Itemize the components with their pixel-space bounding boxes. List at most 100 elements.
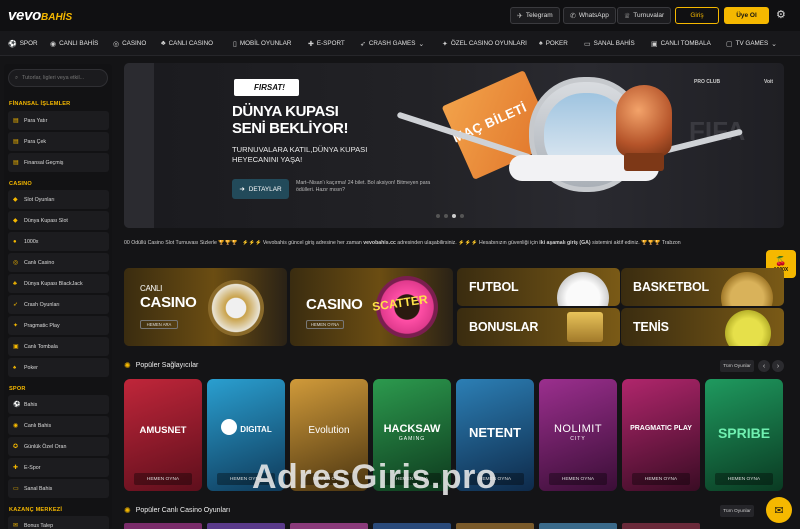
category-button[interactable]: HEMEN OYNA bbox=[306, 320, 344, 329]
sidebar-item-para-yatir[interactable]: ▤ Para Yatır bbox=[8, 111, 109, 130]
chevron-left-icon[interactable]: ‹ bbox=[758, 360, 770, 372]
star-icon: ✦ bbox=[13, 323, 19, 329]
carousel-dot-active[interactable] bbox=[452, 214, 456, 218]
category-basketbol[interactable]: BASKETBOL bbox=[621, 268, 784, 306]
nav-e-sport[interactable]: ✚ E-SPORT bbox=[308, 31, 345, 56]
sidebar-item-sanal-bahis[interactable]: ▭ Sanal Bahis bbox=[8, 479, 109, 498]
sidebar-item-canli-casino[interactable]: ◎ Canlı Casino bbox=[8, 253, 109, 272]
banner-badge: FIRSAT! bbox=[234, 79, 299, 96]
sidebar-item-crash-oyunlari[interactable]: ➶ Crash Oyunları bbox=[8, 295, 109, 314]
play-button[interactable]: HEMEN OYNA bbox=[632, 473, 690, 485]
sidebar-item-pragmatic-play[interactable]: ✦ Pragmatic Play bbox=[8, 316, 109, 335]
all-live-games-button[interactable]: Tüm Oyunlar bbox=[720, 505, 754, 517]
live-game-card[interactable] bbox=[373, 523, 451, 529]
trophy-base bbox=[624, 153, 664, 171]
gift-icon: ✉ bbox=[13, 523, 19, 529]
provider-nolimit[interactable]: NOLIMIT CITY HEMEN OYNA bbox=[539, 379, 617, 491]
sidebar-item-bahis[interactable]: ⚽ Bahis bbox=[8, 395, 109, 414]
sidebar-item-slot-oyunlari[interactable]: ◆ Slot Oyunları bbox=[8, 190, 109, 209]
nav-canli-bahis[interactable]: ◉ CANLI BAHİS bbox=[50, 31, 98, 56]
ball-icon: ⚽ bbox=[13, 402, 21, 408]
sidebar-item-para-cek[interactable]: ▤ Para Çek bbox=[8, 132, 109, 151]
star-icon: ✦ bbox=[442, 40, 448, 48]
nav-sanal-bahis[interactable]: ▭ SANAL BAHİS bbox=[584, 31, 635, 56]
all-games-button[interactable]: Tüm Oyunlar bbox=[720, 360, 754, 372]
carousel-dot[interactable] bbox=[460, 214, 464, 218]
banner-title: DÜNYA KUPASI SENİ BEKLİYOR! bbox=[232, 103, 349, 137]
provider-name: SPRIBE bbox=[717, 425, 771, 441]
sidebar-item-dunya-kupasi-slot[interactable]: ◆ Dünya Kupası Slot bbox=[8, 211, 109, 230]
provider-name: NETENT bbox=[469, 425, 521, 440]
live-game-card[interactable] bbox=[539, 523, 617, 529]
sidebar-item-gunluk-ozel-oran[interactable]: ✪ Günlük Özel Oran bbox=[8, 437, 109, 456]
live-game-card[interactable] bbox=[124, 523, 202, 529]
search-icon: ⌕ bbox=[15, 74, 19, 81]
sidebar-item-blackjack[interactable]: ♣ Dünya Kupası BlackJack bbox=[8, 274, 109, 293]
nav-crash-games[interactable]: ➶ CRASH GAMES ⌄ bbox=[360, 31, 424, 56]
gear-icon[interactable]: ⚙ bbox=[776, 8, 786, 21]
category-button[interactable]: HEMEN ARA bbox=[140, 320, 178, 329]
play-button[interactable]: HEMEN OYNA bbox=[134, 473, 192, 485]
category-tenis[interactable]: TENİS bbox=[621, 308, 784, 346]
sidebar-item-poker[interactable]: ♠ Poker bbox=[8, 358, 109, 377]
category-casino[interactable]: SCATTER CASINO HEMEN OYNA bbox=[290, 268, 453, 346]
live-game-card[interactable] bbox=[207, 523, 285, 529]
slot-icon: ◆ bbox=[13, 218, 18, 224]
sidebar-item-canli-bahis[interactable]: ◉ Canlı Bahis bbox=[8, 416, 109, 435]
provider-name: PRAGMATIC PLAY bbox=[630, 425, 692, 432]
main-nav: ⚽ SPOR ◉ CANLI BAHİS ◎ CASINO ♣ CANLI CASINO… bbox=[0, 31, 800, 56]
whatsapp-button[interactable]: ✆ WhatsApp bbox=[563, 7, 616, 24]
nav-canli-tombala[interactable]: ▣ CANLI TOMBALA bbox=[651, 31, 711, 56]
nav-casino[interactable]: ◎ CASINO bbox=[113, 31, 146, 56]
category-title: FUTBOL bbox=[469, 280, 519, 294]
category-canli-casino[interactable]: CANLI CASINO HEMEN ARA bbox=[124, 268, 287, 346]
sidebar-item-finansal-gecmis[interactable]: ▤ Finansal Geçmiş bbox=[8, 153, 109, 172]
provider-name: NOLIMIT bbox=[553, 423, 603, 435]
hero-banner[interactable]: FIFA PRO CLUB Voit MAÇ BİLETİ FIRSAT! DÜ… bbox=[124, 63, 784, 228]
slot-icon: ◆ bbox=[13, 197, 18, 203]
tennis-ball-graphic bbox=[725, 310, 771, 346]
play-button[interactable]: HEMEN OYNA bbox=[715, 473, 773, 485]
tournaments-button[interactable]: ♕ Turnuvalar bbox=[617, 7, 672, 24]
telegram-button[interactable]: ✈ Telegram bbox=[510, 7, 560, 24]
sidebar-item-e-spor[interactable]: ✚ E-Spor bbox=[8, 458, 109, 477]
provider-spribe[interactable]: SPRIBE HEMEN OYNA bbox=[705, 379, 783, 491]
carousel-dot[interactable] bbox=[444, 214, 448, 218]
provider-amusnet[interactable]: AMUSNET HEMEN OYNA bbox=[124, 379, 202, 491]
logo[interactable]: vevoBAHİS bbox=[8, 7, 72, 24]
section-title-spor: SPOR bbox=[9, 386, 26, 392]
gamepad-icon: ✚ bbox=[13, 465, 19, 471]
nav-poker[interactable]: ♠ POKER bbox=[539, 31, 568, 56]
section-title-finance: FİNANSAL İŞLEMLER bbox=[9, 101, 71, 107]
nav-tv-games[interactable]: ▢ TV GAMES ⌄ bbox=[726, 31, 777, 56]
live-game-card[interactable] bbox=[622, 523, 700, 529]
sidebar-item-canli-tombala[interactable]: ▣ Canlı Tombala bbox=[8, 337, 109, 356]
sidebar-item-1000x[interactable]: ● 1000x bbox=[8, 232, 109, 251]
details-button[interactable]: ➜ DETAYLAR bbox=[232, 179, 289, 199]
live-game-card[interactable] bbox=[456, 523, 534, 529]
nav-ozel-casino[interactable]: ✦ ÖZEL CASINO OYUNLARI bbox=[442, 31, 527, 56]
category-subtitle: CANLI bbox=[140, 284, 163, 293]
provider-name: HACKSAW bbox=[383, 423, 441, 435]
cherry-icon: ● bbox=[13, 238, 17, 245]
provider-pragmatic-play[interactable]: PRAGMATIC PLAY HEMEN OYNA bbox=[622, 379, 700, 491]
register-button[interactable]: Üye Ol bbox=[724, 7, 769, 24]
live-game-card[interactable] bbox=[290, 523, 368, 529]
sidebar-item-bonus-talep[interactable]: ✉ Bonus Talep bbox=[8, 516, 109, 529]
top-bar: vevoBAHİS ✈ Telegram ✆ WhatsApp ♕ Turnuvala… bbox=[0, 0, 800, 31]
category-futbol[interactable]: FUTBOL bbox=[457, 268, 620, 306]
provider-name: DIGITAL bbox=[240, 425, 272, 434]
trophy-graphic bbox=[616, 85, 672, 157]
category-bonuslar[interactable]: BONUSLAR bbox=[457, 308, 620, 346]
nav-canli-casino[interactable]: ♣ CANLI CASINO bbox=[161, 31, 213, 56]
search-input[interactable]: ⌕ Tutorlar, ligleri veya etkil... bbox=[8, 69, 108, 87]
section-title-casino: CASINO bbox=[9, 181, 32, 187]
carousel-dot[interactable] bbox=[436, 214, 440, 218]
withdraw-icon: ▤ bbox=[13, 139, 19, 145]
play-button[interactable]: HEMEN OYNA bbox=[549, 473, 607, 485]
nav-mobil-oyunlar[interactable]: ▯ MOBİL OYUNLAR bbox=[233, 31, 291, 56]
login-button[interactable]: Giriş bbox=[675, 7, 719, 24]
chevron-right-icon[interactable]: › bbox=[772, 360, 784, 372]
nav-spor[interactable]: ⚽ SPOR bbox=[8, 31, 38, 56]
chat-icon[interactable]: ✉ bbox=[766, 497, 792, 523]
